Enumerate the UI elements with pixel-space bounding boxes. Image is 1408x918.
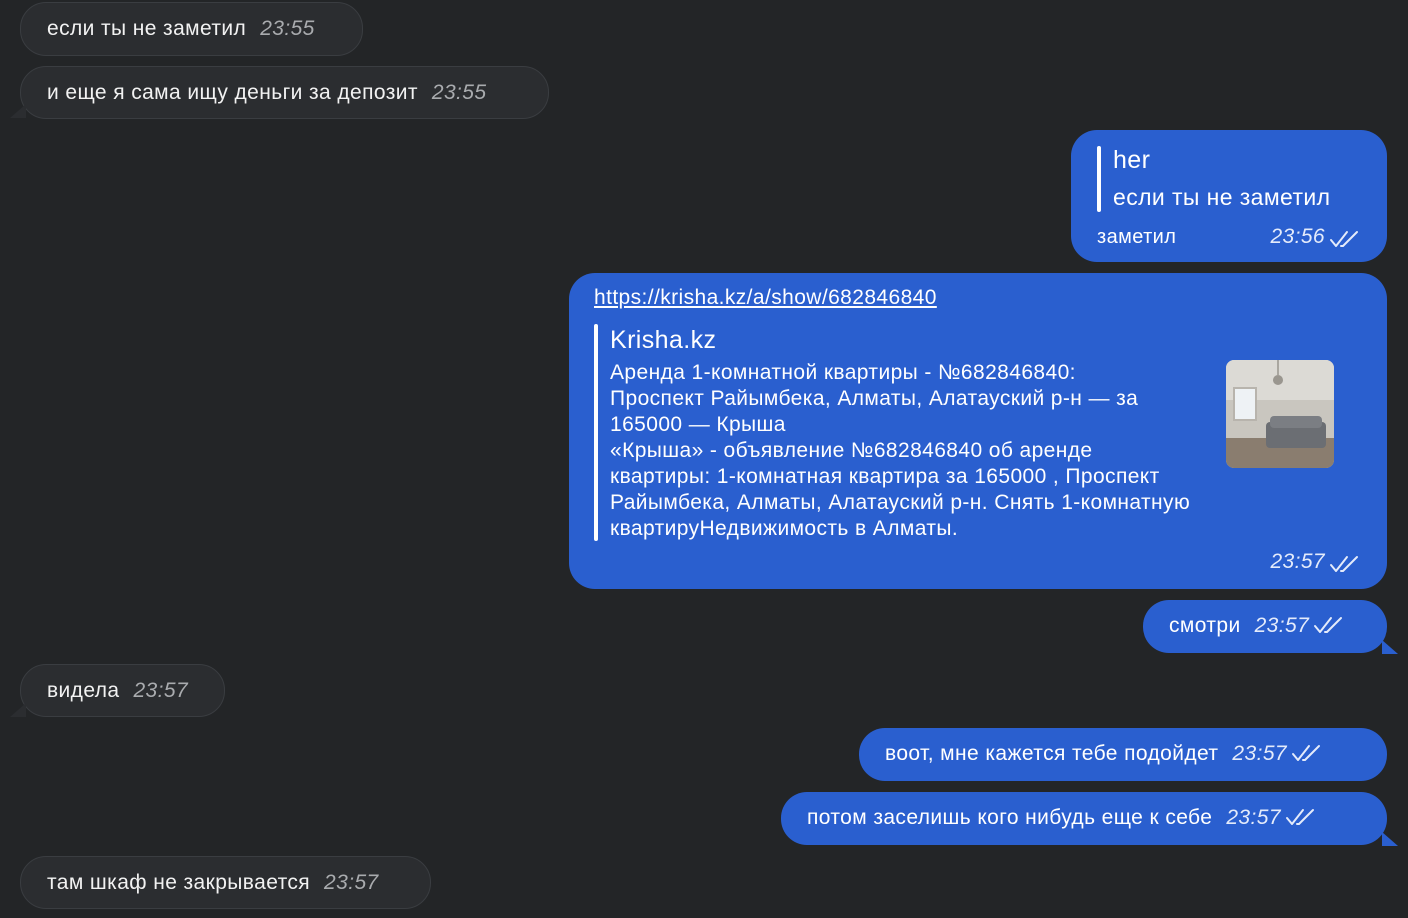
link-preview-description: «Крыша» - объявление №682846840 об аренд… [610,438,1190,542]
message-text: и еще я сама ищу деньги за депозит [47,81,418,104]
message-time: 23:55 [260,17,315,40]
outgoing-message[interactable]: her если ты не заметил заметил 23:56 [1071,130,1387,262]
message-time: 23:57 [1254,614,1310,637]
reply-author[interactable]: her [1113,147,1150,173]
message-text: заметил [1097,226,1177,248]
outgoing-link-message[interactable]: https://krisha.kz/a/show/682846840 Krish… [569,273,1387,589]
reply-quote-bar [1097,146,1101,212]
link-preview-desc-line: «Крыша» - объявление №682846840 об аренд… [610,439,1093,462]
message-time: 23:57 [1232,742,1287,765]
message-text: если ты не заметил [47,17,247,40]
double-check-icon [1285,809,1314,825]
link-preview-title-line: Аренда 1-комнатной квартиры - №682846840… [610,361,1076,384]
bubble-tail [10,104,26,118]
reply-quoted-text: если ты не заметил [1113,184,1331,210]
message-time: 23:57 [133,679,189,702]
incoming-message[interactable]: если ты не заметил 23:55 [20,2,363,56]
apartment-photo-icon [1226,360,1334,468]
message-time: 23:55 [431,81,487,104]
outgoing-message[interactable]: воот, мне кажется тебе подойдет 23:57 [859,728,1387,781]
double-check-icon [1330,556,1358,572]
link-preview-site[interactable]: Krisha.kz [610,327,716,353]
incoming-message[interactable]: видела 23:57 [20,664,225,717]
double-check-icon [1330,231,1358,247]
outgoing-message[interactable]: потом заселишь кого нибудь еще к себе 23… [781,792,1387,845]
message-time: 23:56 [1270,225,1325,248]
message-link[interactable]: https://krisha.kz/a/show/682846840 [594,285,937,311]
message-text: воот, мне кажется тебе подойдет [885,742,1219,765]
bubble-tail [10,703,26,717]
link-preview-title-line: 165000 — Крыша [610,413,786,436]
double-check-icon [1314,617,1343,633]
incoming-message[interactable]: там шкаф не закрывается 23:57 [20,856,431,909]
message-time: 23:57 [1226,806,1281,829]
message-text: потом заселишь кого нибудь еще к себе [807,806,1213,829]
bubble-tail [1382,832,1398,846]
bubble-tail [1382,640,1398,654]
link-preview-desc-line: квартиры: 1-комнатная квартира за 165000… [610,465,1160,488]
link-preview-desc-line: квартируНедвижимость в Алматы. [610,517,959,540]
link-preview-desc-line: Райымбека, Алматы, Алатауский р-н. Снять… [610,491,1191,514]
double-check-icon [1291,745,1320,761]
incoming-message[interactable]: и еще я сама ищу деньги за депозит 23:55 [20,66,549,119]
message-time: 23:57 [1270,550,1325,573]
link-preview-title[interactable]: Аренда 1-комнатной квартиры - №682846840… [610,360,1138,438]
message-time: 23:57 [324,871,379,894]
message-text: видела [47,679,120,702]
outgoing-message[interactable]: смотри 23:57 [1143,600,1387,653]
link-preview-title-line: Проспект Райымбека, Алматы, Алатауский р… [610,387,1139,410]
message-text: смотри [1169,614,1241,637]
message-text: там шкаф не закрывается [47,871,311,894]
chat-history[interactable]: если ты не заметил 23:55 и еще я сама ищ… [0,0,1408,918]
link-preview-bar [594,324,598,541]
link-preview-thumbnail[interactable] [1226,360,1334,468]
